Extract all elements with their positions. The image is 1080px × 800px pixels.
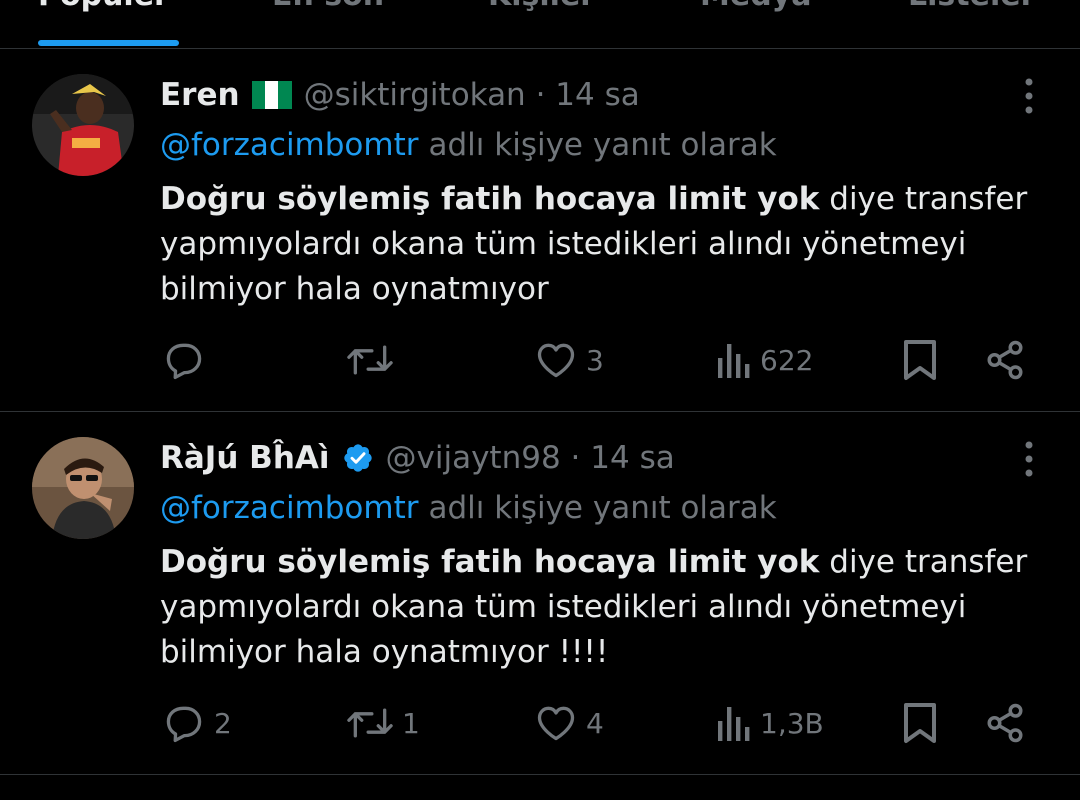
tweet-actions: 3 622 xyxy=(0,335,1080,385)
nigeria-flag-icon xyxy=(251,81,292,109)
tweet[interactable]: Eren @siktirgitokan · 14 sa @forzacimbom… xyxy=(0,49,1080,412)
more-options-icon[interactable] xyxy=(1018,439,1040,479)
username-handle[interactable]: @siktirgitokan xyxy=(304,77,526,113)
like-button[interactable]: 4 xyxy=(534,698,604,748)
reply-button[interactable]: 2 xyxy=(162,698,232,748)
bookmark-button[interactable] xyxy=(902,698,938,748)
reply-context: @forzacimbomtr adlı kişiye yanıt olarak xyxy=(160,123,777,167)
reply-mention-link[interactable]: @forzacimbomtr xyxy=(160,127,419,163)
retweet-button[interactable]: 1 xyxy=(346,698,420,748)
tweet-header: RàJú BĥAì @vijaytn98 · 14 sa xyxy=(160,436,675,480)
tab-lists[interactable]: Listeler xyxy=(908,0,1035,13)
heart-icon xyxy=(537,343,575,378)
reply-button[interactable] xyxy=(162,335,214,385)
bookmark-button[interactable] xyxy=(902,335,938,385)
heart-icon xyxy=(537,706,575,741)
views-icon xyxy=(718,707,750,741)
reply-context: @forzacimbomtr adlı kişiye yanıt olarak xyxy=(160,486,777,530)
reply-icon xyxy=(166,343,202,380)
tab-media[interactable]: Medya xyxy=(700,0,811,13)
avatar[interactable] xyxy=(32,437,134,539)
separator-dot: · xyxy=(570,440,591,476)
active-tab-indicator xyxy=(38,40,179,46)
tweet-actions: 2 1 4 1,3B xyxy=(0,698,1080,748)
display-name[interactable]: Eren xyxy=(160,77,240,113)
like-count: 4 xyxy=(586,706,604,740)
like-count: 3 xyxy=(586,343,604,377)
share-button[interactable] xyxy=(984,698,1026,748)
tab-people[interactable]: Kişiler xyxy=(488,0,595,13)
tab-latest[interactable]: En son xyxy=(272,0,384,13)
tweet-text-bold: Doğru söylemiş fatih hocaya limit yok xyxy=(160,544,820,580)
share-icon xyxy=(987,703,1023,743)
username-handle[interactable]: @vijaytn98 xyxy=(386,440,561,476)
tab-bar: Popüler En son Kişiler Medya Listeler xyxy=(0,0,1080,49)
reply-mention-link[interactable]: @forzacimbomtr xyxy=(160,490,419,526)
views-icon xyxy=(718,344,750,378)
view-count: 622 xyxy=(760,343,814,377)
views-button[interactable]: 622 xyxy=(716,335,813,385)
post-time[interactable]: 14 sa xyxy=(555,77,639,113)
retweet-button[interactable] xyxy=(346,335,402,385)
tab-popular[interactable]: Popüler xyxy=(38,0,169,13)
like-button[interactable]: 3 xyxy=(534,335,604,385)
post-time[interactable]: 14 sa xyxy=(590,440,674,476)
reply-context-text: adlı kişiye yanıt olarak xyxy=(428,490,777,526)
tweet-text: Doğru söylemiş fatih hocaya limit yok di… xyxy=(160,540,1040,675)
verified-badge-icon xyxy=(343,444,372,472)
reply-context-text: adlı kişiye yanıt olarak xyxy=(428,127,777,163)
view-count: 1,3B xyxy=(760,706,824,740)
bookmark-icon xyxy=(904,703,936,743)
retweet-icon xyxy=(347,708,393,738)
tweet-text: Doğru söylemiş fatih hocaya limit yok di… xyxy=(160,177,1040,312)
tweet-header: Eren @siktirgitokan · 14 sa xyxy=(160,73,640,117)
more-options-icon[interactable] xyxy=(1018,76,1040,116)
retweet-count: 1 xyxy=(402,706,420,740)
reply-icon xyxy=(166,706,202,743)
bookmark-icon xyxy=(904,340,936,380)
retweet-icon xyxy=(347,345,393,375)
share-icon xyxy=(987,340,1023,380)
views-button[interactable]: 1,3B xyxy=(716,698,824,748)
tweet-text-bold: Doğru söylemiş fatih hocaya limit yok xyxy=(160,181,820,217)
share-button[interactable] xyxy=(984,335,1026,385)
avatar[interactable] xyxy=(32,74,134,176)
tweet[interactable]: RàJú BĥAì @vijaytn98 · 14 sa @forzacimbo… xyxy=(0,412,1080,775)
separator-dot: · xyxy=(535,77,556,113)
reply-count: 2 xyxy=(214,706,232,740)
display-name[interactable]: RàJú BĥAì xyxy=(160,440,330,476)
